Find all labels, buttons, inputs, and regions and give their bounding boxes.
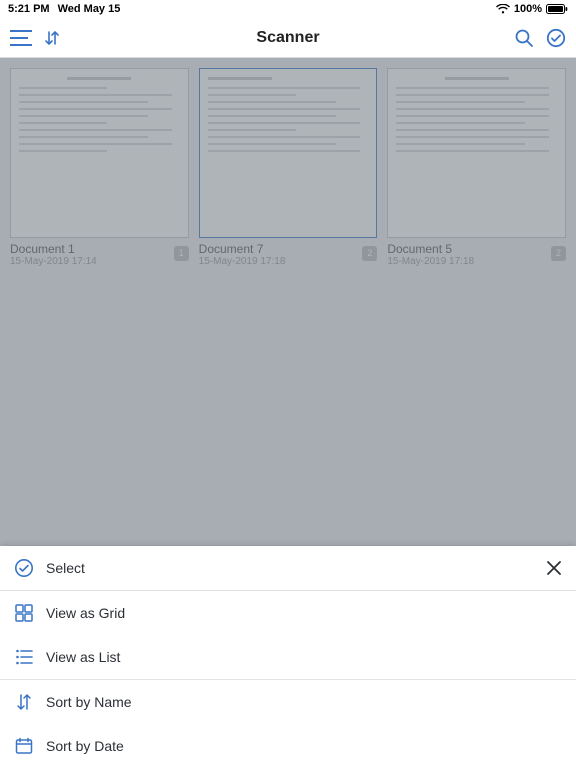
- sheet-sort-name-label: Sort by Name: [46, 694, 132, 710]
- sheet-view-grid-label: View as Grid: [46, 605, 125, 621]
- close-icon[interactable]: [546, 560, 562, 576]
- sort-arrows-icon: [14, 693, 34, 711]
- check-circle-icon: [14, 558, 34, 578]
- grid-icon: [14, 604, 34, 622]
- calendar-icon: [14, 737, 34, 755]
- sheet-sort-date-label: Sort by Date: [46, 738, 124, 754]
- list-icon: [14, 648, 34, 666]
- action-sheet: Select View as Grid View as List Sort by…: [0, 546, 576, 768]
- sheet-view-list-label: View as List: [46, 649, 120, 665]
- sheet-select-label: Select: [46, 560, 85, 576]
- sheet-view-list-row[interactable]: View as List: [0, 635, 576, 679]
- sheet-backdrop[interactable]: Select View as Grid View as List Sort by…: [0, 0, 576, 768]
- sheet-sort-name-row[interactable]: Sort by Name: [0, 680, 576, 724]
- sheet-view-grid-row[interactable]: View as Grid: [0, 591, 576, 635]
- sheet-sort-date-row[interactable]: Sort by Date: [0, 724, 576, 768]
- sheet-select-row[interactable]: Select: [0, 546, 576, 590]
